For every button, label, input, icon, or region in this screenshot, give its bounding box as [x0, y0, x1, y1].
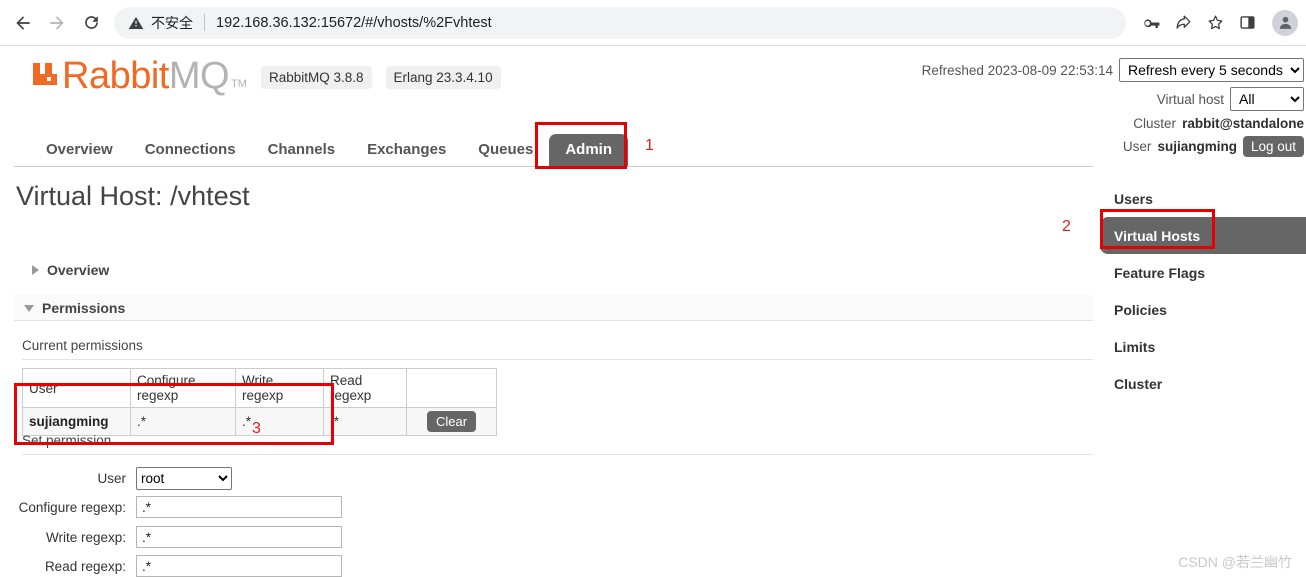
th-configure: Configure regexp	[130, 368, 236, 408]
cell-actions: Clear	[406, 407, 497, 436]
browser-nav-buttons	[0, 6, 108, 40]
not-secure-warning-icon	[128, 15, 144, 31]
sidebar-item-virtual-hosts[interactable]: Virtual Hosts	[1100, 217, 1306, 254]
app-header: RabbitMQ TM RabbitMQ 3.8.8 Erlang 23.3.4…	[0, 47, 1306, 157]
permissions-section-bar	[14, 295, 1093, 321]
logo-trademark: TM	[231, 78, 247, 90]
th-read: Read regexp	[323, 368, 407, 408]
th-actions	[406, 368, 497, 408]
set-permission-label: Set permission	[22, 433, 112, 448]
cell-user: sujiangming	[22, 407, 131, 436]
tab-queues[interactable]: Queues	[462, 134, 549, 167]
tab-exchanges[interactable]: Exchanges	[351, 134, 462, 167]
reload-icon	[82, 13, 101, 32]
overview-section-toggle[interactable]: Overview	[32, 262, 109, 278]
set-permission-divider	[22, 454, 1093, 455]
tab-admin[interactable]: Admin	[549, 134, 628, 167]
star-icon[interactable]	[1200, 8, 1230, 38]
refresh-row: Refreshed 2023-08-09 22:53:14 Refresh ev…	[922, 58, 1304, 82]
write-regexp-row: Write regexp:	[14, 526, 342, 548]
tab-overview[interactable]: Overview	[30, 134, 129, 167]
permissions-section-toggle[interactable]: Permissions	[24, 300, 125, 316]
read-regexp-row: Read regexp:	[14, 555, 342, 577]
cell-write-regexp: .*	[235, 407, 324, 436]
th-user: User	[22, 368, 131, 408]
refreshed-timestamp: Refreshed 2023-08-09 22:53:14	[921, 62, 1113, 78]
vhost-label: Virtual host	[1156, 91, 1224, 107]
profile-avatar-icon[interactable]	[1272, 9, 1298, 36]
configure-regexp-row: Configure regexp:	[14, 496, 342, 518]
clear-permission-button[interactable]: Clear	[426, 411, 477, 432]
rabbitmq-management-page: RabbitMQ TM RabbitMQ 3.8.8 Erlang 23.3.4…	[0, 47, 1306, 577]
logo-text-rabbit: Rabbit	[62, 55, 169, 97]
rabbitmq-version-badge: RabbitMQ 3.8.8	[260, 66, 372, 89]
admin-sidebar: Users Virtual Hosts Feature Flags Polici…	[1100, 180, 1306, 402]
back-button[interactable]	[6, 6, 40, 40]
url-text: 192.168.36.132:15672/#/vhosts/%2Fvhtest	[216, 14, 492, 31]
vhost-select[interactable]: All	[1230, 87, 1304, 111]
set-permission-user-select[interactable]: root	[136, 467, 232, 490]
refresh-interval-select[interactable]: Refresh every 5 seconds	[1119, 58, 1304, 82]
logo-text-mq: MQ	[168, 55, 230, 97]
tab-channels[interactable]: Channels	[252, 134, 352, 167]
overview-section-label: Overview	[47, 262, 110, 278]
forward-arrow-icon	[47, 13, 67, 33]
cell-configure-regexp: .*	[130, 407, 236, 436]
set-permission-user-label: User	[97, 471, 126, 486]
sidebar-item-cluster[interactable]: Cluster	[1100, 365, 1306, 402]
current-permissions-label: Current permissions	[22, 338, 143, 353]
table-header-row: User Configure regexp Write regexp Read …	[22, 368, 497, 408]
annotation-number-2: 2	[1062, 218, 1071, 235]
vhost-row: Virtual host All	[922, 87, 1304, 111]
sidebar-item-users[interactable]: Users	[1100, 180, 1306, 217]
reload-button[interactable]	[74, 6, 108, 40]
page-title: Virtual Host: /vhtest	[16, 181, 250, 211]
configure-regexp-label: Configure regexp:	[18, 499, 126, 515]
address-bar[interactable]: 不安全 192.168.36.132:15672/#/vhosts/%2Fvht…	[114, 6, 1126, 39]
annotation-number-1: 1	[645, 137, 654, 154]
cell-read-regexp: .*	[323, 407, 407, 436]
th-write: Write regexp	[235, 368, 324, 408]
sidebar-item-feature-flags[interactable]: Feature Flags	[1100, 254, 1306, 291]
rabbitmq-logo[interactable]: RabbitMQ TM RabbitMQ 3.8.8 Erlang 23.3.4…	[30, 57, 501, 95]
chevron-down-icon	[24, 304, 34, 312]
sidebar-item-limits[interactable]: Limits	[1100, 328, 1306, 365]
read-regexp-input[interactable]	[136, 555, 342, 577]
key-icon[interactable]	[1136, 8, 1166, 38]
set-permission-user-row: User root	[14, 467, 232, 490]
browser-toolbar-actions	[1136, 8, 1306, 38]
write-regexp-input[interactable]	[136, 526, 342, 548]
tabs-underline	[14, 166, 1093, 167]
read-regexp-label: Read regexp:	[44, 558, 126, 574]
configure-regexp-input[interactable]	[136, 496, 342, 518]
side-panel-icon[interactable]	[1232, 8, 1262, 38]
back-arrow-icon	[13, 13, 33, 33]
tab-connections[interactable]: Connections	[129, 134, 252, 167]
chevron-right-icon	[32, 265, 39, 275]
erlang-version-badge: Erlang 23.3.4.10	[385, 66, 501, 89]
omnibox-divider	[204, 14, 205, 31]
browser-toolbar: 不安全 192.168.36.132:15672/#/vhosts/%2Fvht…	[0, 0, 1306, 46]
rabbitmq-logo-icon	[30, 59, 60, 89]
share-icon[interactable]	[1168, 8, 1198, 38]
write-regexp-label: Write regexp:	[45, 529, 126, 545]
permissions-section-label: Permissions	[42, 300, 126, 316]
security-status-text: 不安全	[151, 14, 193, 31]
sidebar-item-policies[interactable]: Policies	[1100, 291, 1306, 328]
current-permissions-divider	[22, 359, 1093, 360]
csdn-watermark: CSDN @若兰幽竹	[1178, 554, 1292, 570]
forward-button[interactable]	[40, 6, 74, 40]
annotation-number-3: 3	[252, 420, 261, 437]
